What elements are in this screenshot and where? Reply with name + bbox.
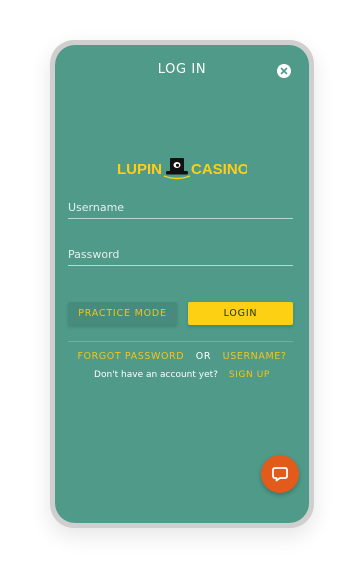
- page-title: LOG IN: [157, 62, 207, 77]
- password-input[interactable]: [68, 248, 293, 261]
- chat-icon: [272, 467, 288, 482]
- logo: LUPIN CASINO: [55, 155, 309, 181]
- no-account-text: Don't have an account yet?: [94, 370, 218, 380]
- forgot-password-link[interactable]: FORGOT PASSWORD: [77, 351, 184, 362]
- login-button[interactable]: LOGIN: [188, 302, 293, 325]
- or-text: OR: [195, 351, 212, 362]
- forgot-username-link[interactable]: USERNAME?: [223, 351, 287, 362]
- sign-up-link[interactable]: SIGN UP: [229, 370, 270, 380]
- chat-button[interactable]: [261, 455, 299, 493]
- password-field[interactable]: [68, 243, 293, 266]
- close-icon: [280, 67, 288, 75]
- username-input[interactable]: [68, 201, 293, 214]
- divider: [68, 341, 293, 342]
- login-screen: LOG IN LUPIN CASINO Username PRACTICE MO…: [55, 45, 309, 523]
- signup-row: Don't have an account yet? SIGN UP: [55, 370, 309, 380]
- recovery-links: FORGOT PASSWORD OR USERNAME?: [55, 351, 309, 362]
- close-button[interactable]: [277, 64, 291, 78]
- username-field[interactable]: [68, 196, 293, 219]
- phone-frame: LOG IN LUPIN CASINO Username PRACTICE MO…: [50, 40, 314, 528]
- logo-text-left: LUPIN: [117, 161, 162, 178]
- top-hat-icon: [163, 158, 191, 180]
- practice-mode-button[interactable]: PRACTICE MODE: [68, 302, 177, 325]
- logo-text-right: CASINO: [191, 161, 247, 178]
